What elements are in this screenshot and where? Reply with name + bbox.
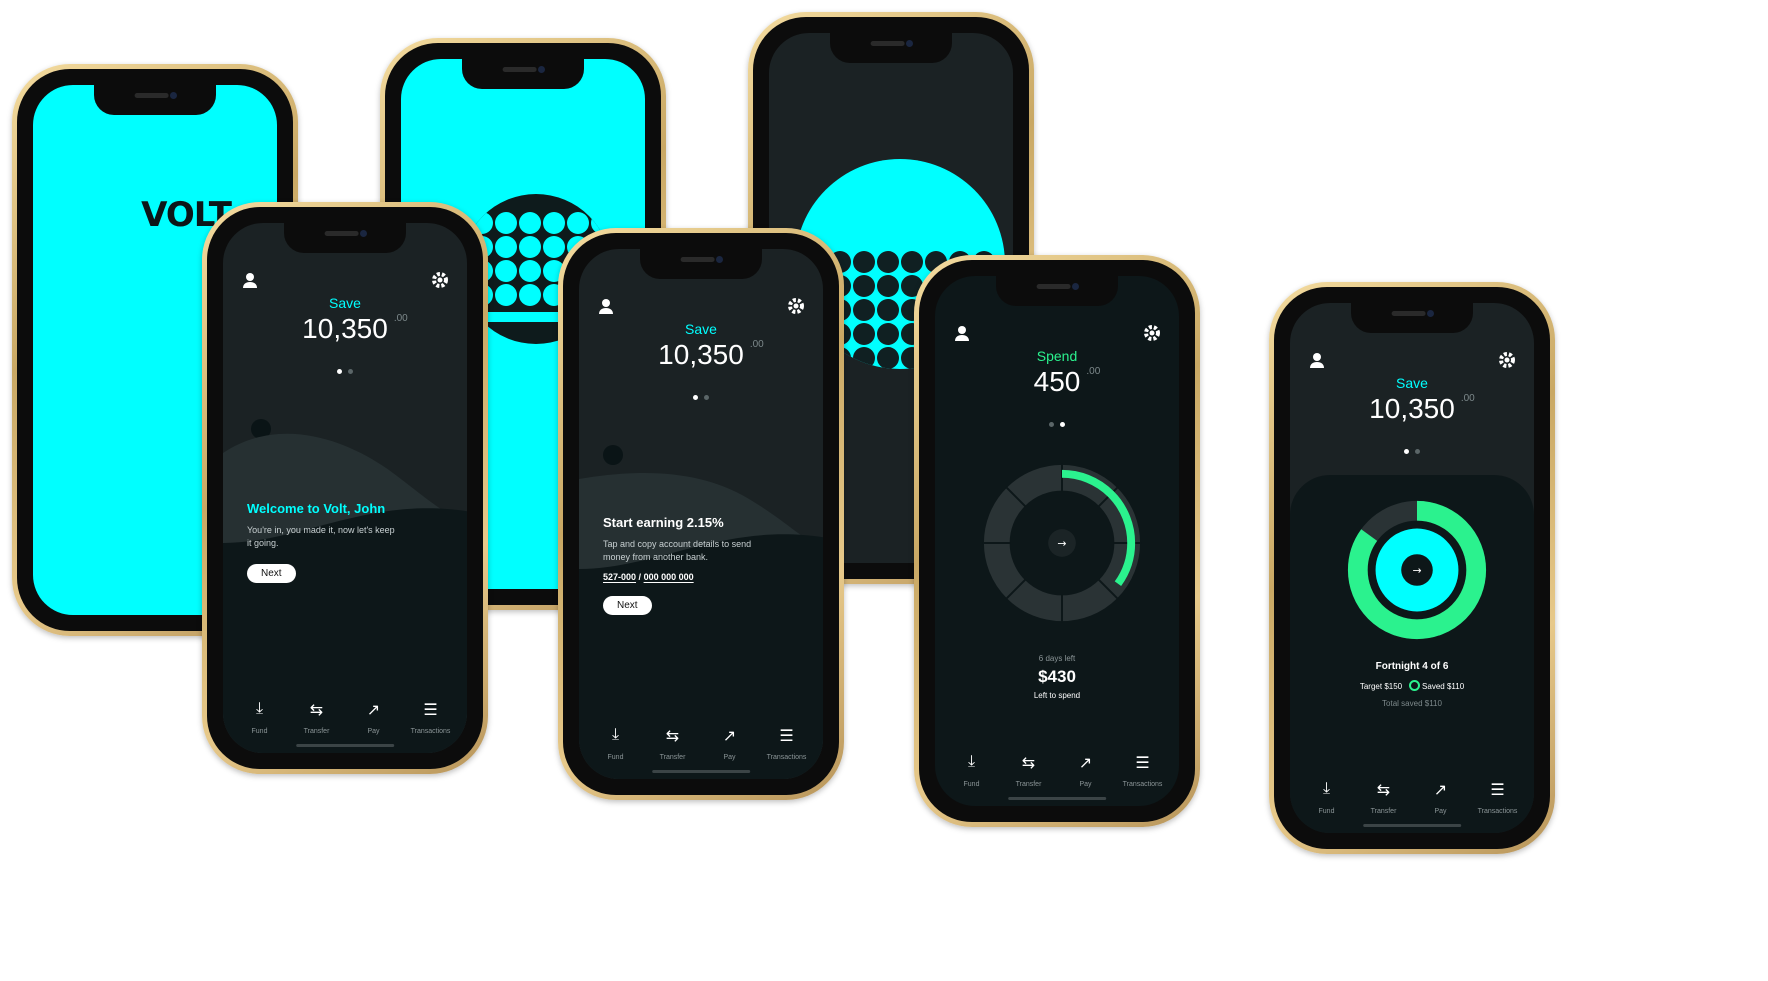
saved-indicator-icon: [1408, 680, 1420, 691]
pay-icon: ↗: [366, 702, 381, 719]
tab-transactions[interactable]: ☰ Transactions: [1114, 753, 1171, 788]
notch: [94, 85, 216, 115]
earning-text: Tap and copy account details to send mon…: [603, 539, 752, 562]
notch: [284, 223, 406, 253]
days-left: 6 days left: [1038, 654, 1076, 663]
welcome-text: You're in, you made it, now let's keep i…: [247, 525, 395, 548]
target-amount: Target $150: [1359, 682, 1403, 691]
tab-pay[interactable]: ↗ Pay: [1412, 780, 1469, 815]
tab-transfer[interactable]: ⇆ Transfer: [1355, 780, 1412, 815]
balance-amount: 10,350: [1369, 393, 1455, 424]
profile-icon[interactable]: [241, 271, 259, 289]
saved-amount: Saved $110: [1422, 682, 1465, 691]
balance-amount: 10,350: [302, 313, 388, 344]
profile-icon[interactable]: [597, 297, 615, 315]
notch: [830, 33, 952, 63]
phone-save-welcome: Save 10,350 .00 Welcome to Volt, John You…: [202, 202, 488, 774]
fortnight-label: Fortnight 4 of 6: [1375, 661, 1449, 672]
gear-icon[interactable]: [1143, 324, 1161, 342]
gear-icon[interactable]: [1498, 351, 1516, 369]
fund-icon: ⤓: [611, 726, 620, 743]
transactions-icon: ☰: [779, 728, 794, 745]
phone-save-earning: Save 10,350 .00 Start earning 2.15% Tap a…: [558, 228, 844, 800]
phone-save-progress: Save 10,350 .00 → Fortnight 4 of 6 Target…: [1269, 282, 1555, 854]
tab-fund[interactable]: ⤓ Fund: [587, 726, 644, 761]
savings-ring[interactable]: →: [1343, 496, 1491, 644]
tab-transfer[interactable]: ⇆ Transfer: [1000, 753, 1057, 788]
transfer-icon: ⇆: [1021, 755, 1036, 772]
notch: [640, 249, 762, 279]
tab-pay[interactable]: ↗ Pay: [1057, 753, 1114, 788]
tab-fund[interactable]: ⤓ Fund: [1298, 780, 1355, 815]
account-number[interactable]: 000 000 000: [644, 572, 694, 582]
account-details[interactable]: 527-000 / 000 000 000: [603, 572, 799, 582]
fund-icon: ⤓: [255, 700, 264, 717]
pay-icon: ↗: [1433, 782, 1448, 799]
home-indicator[interactable]: [1363, 824, 1461, 827]
notch: [1351, 303, 1473, 333]
home-indicator[interactable]: [652, 770, 750, 773]
pay-icon: ↗: [1078, 755, 1093, 772]
account-label: Save: [329, 295, 361, 311]
transactions-icon: ☰: [1490, 782, 1505, 799]
account-label: Save: [685, 321, 717, 337]
left-amount: $430: [1038, 667, 1076, 686]
tab-transfer[interactable]: ⇆ Transfer: [644, 726, 701, 761]
arrow-right-icon[interactable]: →: [1057, 537, 1066, 550]
tab-transfer[interactable]: ⇆ Transfer: [288, 700, 345, 735]
spend-ring[interactable]: →: [978, 459, 1146, 627]
next-button[interactable]: Next: [603, 596, 652, 615]
earning-title: Start earning 2.15%: [603, 515, 724, 530]
tab-pay[interactable]: ↗ Pay: [701, 726, 758, 761]
balance-cents: .00: [1460, 393, 1475, 404]
tab-transactions[interactable]: ☰ Transactions: [1469, 780, 1526, 815]
balance-cents: .00: [1086, 366, 1101, 377]
balance-cents: .00: [393, 313, 408, 324]
home-indicator[interactable]: [296, 744, 394, 747]
gear-icon[interactable]: [431, 271, 449, 289]
left-label: Left to spend: [1033, 691, 1081, 700]
transfer-icon: ⇆: [309, 702, 324, 719]
arrow-right-icon[interactable]: →: [1412, 564, 1421, 577]
page-indicator[interactable]: [223, 361, 467, 379]
next-button[interactable]: Next: [247, 564, 296, 583]
balance-cents: .00: [749, 339, 764, 350]
balance-amount: 10,350: [658, 339, 744, 370]
tab-fund[interactable]: ⤓ Fund: [231, 700, 288, 735]
phone-spend: Spend 450 .00 → 6 days left $430 Left to …: [914, 255, 1200, 827]
tab-transactions[interactable]: ☰ Transactions: [758, 726, 815, 761]
transactions-icon: ☰: [1135, 755, 1150, 772]
fund-icon: ⤓: [1322, 780, 1331, 797]
bsb-number[interactable]: 527-000: [603, 572, 636, 582]
transfer-icon: ⇆: [1376, 782, 1391, 799]
account-label: Spend: [1036, 348, 1078, 364]
gear-icon[interactable]: [787, 297, 805, 315]
page-indicator[interactable]: [1290, 441, 1534, 459]
transfer-icon: ⇆: [665, 728, 680, 745]
transactions-icon: ☰: [423, 702, 438, 719]
total-saved: Total saved $110: [1382, 699, 1442, 708]
welcome-title: Welcome to Volt, John: [247, 501, 386, 516]
page-indicator[interactable]: [579, 387, 823, 405]
fund-icon: ⤓: [967, 753, 976, 770]
pay-icon: ↗: [722, 728, 737, 745]
tab-fund[interactable]: ⤓ Fund: [943, 753, 1000, 788]
account-label: Save: [1396, 375, 1428, 391]
tab-transactions[interactable]: ☰ Transactions: [402, 700, 459, 735]
profile-icon[interactable]: [953, 324, 971, 342]
notch: [462, 59, 584, 89]
home-indicator[interactable]: [1008, 797, 1106, 800]
notch: [996, 276, 1118, 306]
tab-pay[interactable]: ↗ Pay: [345, 700, 402, 735]
profile-icon[interactable]: [1308, 351, 1326, 369]
balance-amount: 450: [1033, 366, 1081, 397]
page-indicator[interactable]: [935, 414, 1179, 432]
